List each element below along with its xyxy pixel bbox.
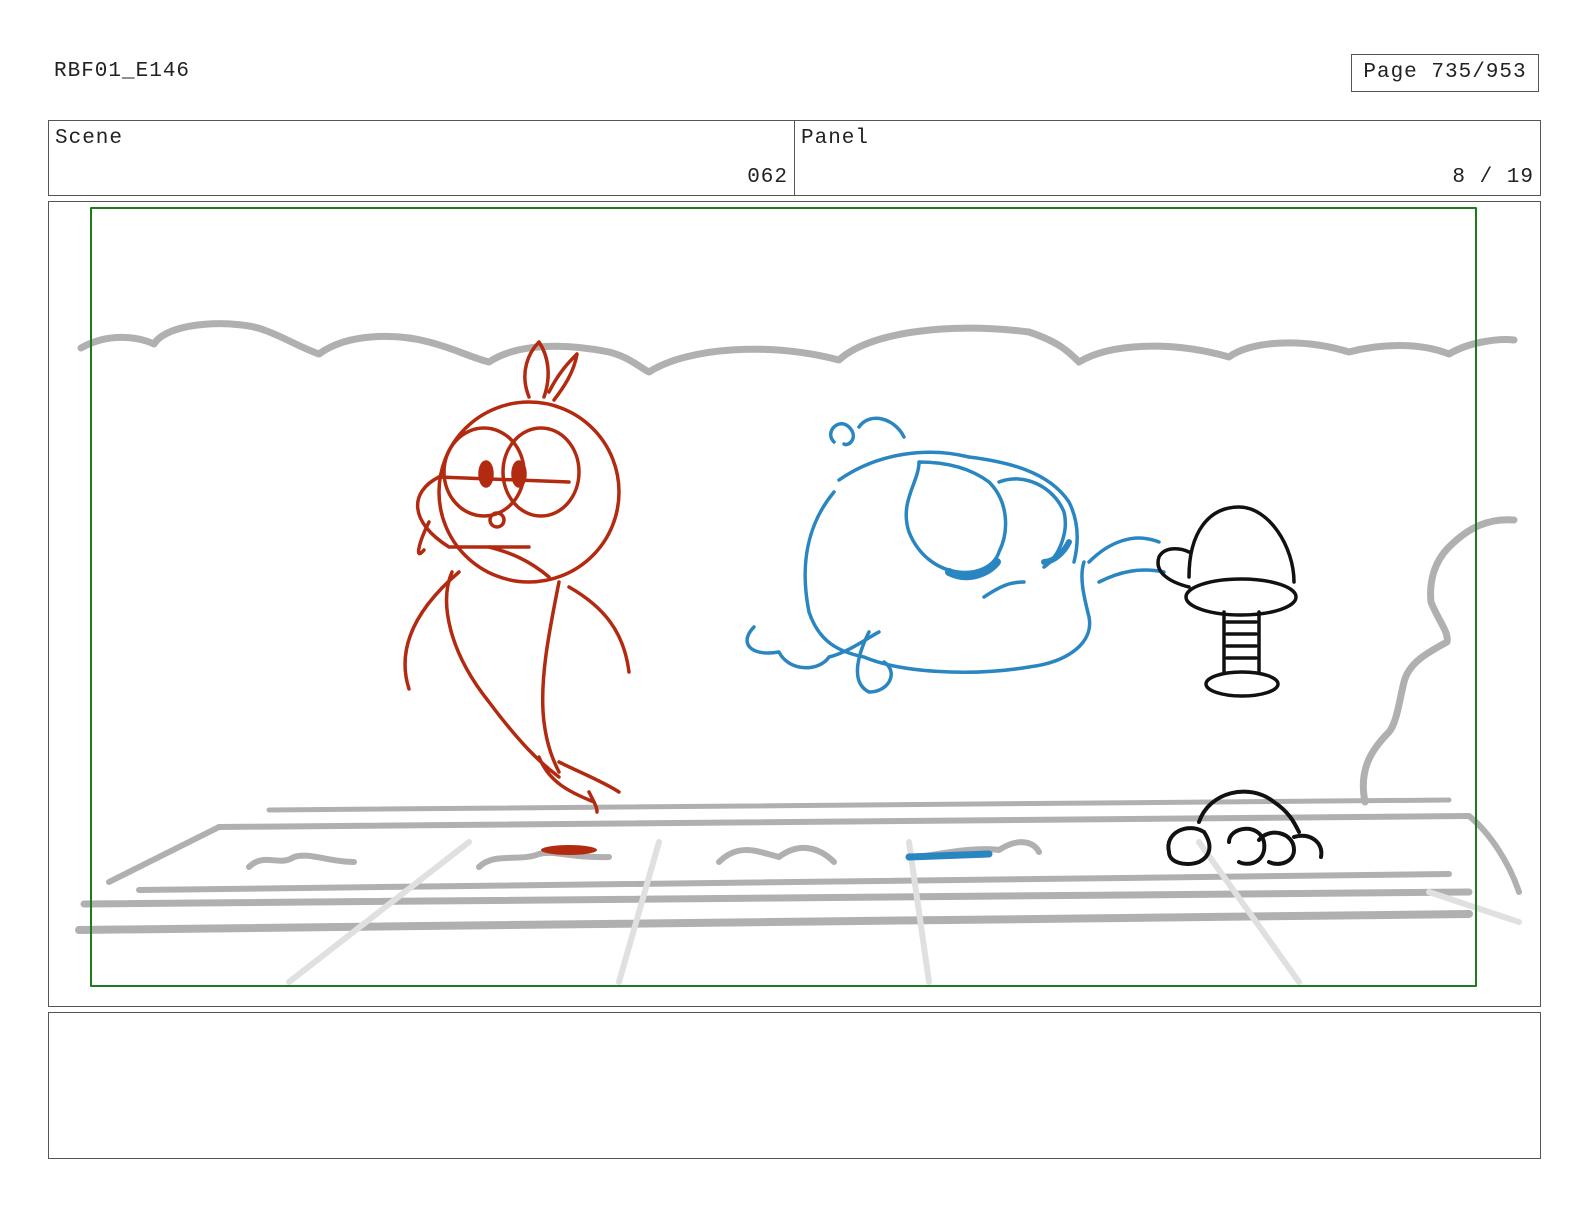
joystick-lever (1156, 505, 1298, 698)
panel-cell: Panel 8 / 19 (794, 121, 1540, 195)
scene-number: 062 (747, 166, 788, 189)
scene-cell: Scene 062 (49, 121, 794, 195)
panel-number: 8 / 19 (1452, 166, 1534, 189)
scene-panel-info: Scene 062 Panel 8 / 19 (48, 120, 1541, 196)
button-bump-1 (246, 852, 357, 870)
console-left (106, 824, 222, 885)
cloud-right (1359, 516, 1518, 806)
panel-notes[interactable] (48, 1012, 1541, 1159)
panel-drawing (75, 207, 1522, 987)
cloud-line (77, 320, 1518, 376)
doc-id: RBF01_E146 (54, 60, 191, 83)
page-number-box: Page 735/953 (1351, 54, 1539, 92)
console-front-mid (80, 888, 1473, 908)
background-sketch (75, 320, 1522, 934)
safe-frame (90, 207, 1477, 987)
button-bump-3 (716, 844, 837, 865)
storyboard-panel (48, 201, 1541, 1007)
blue-fish-character (745, 416, 1166, 861)
console-front-top (136, 871, 1452, 893)
red-bird-character (403, 340, 631, 855)
console-top (216, 813, 1472, 830)
button-bump-2 (476, 849, 612, 870)
panel-label: Panel (801, 127, 870, 150)
scene-label: Scene (55, 127, 124, 150)
